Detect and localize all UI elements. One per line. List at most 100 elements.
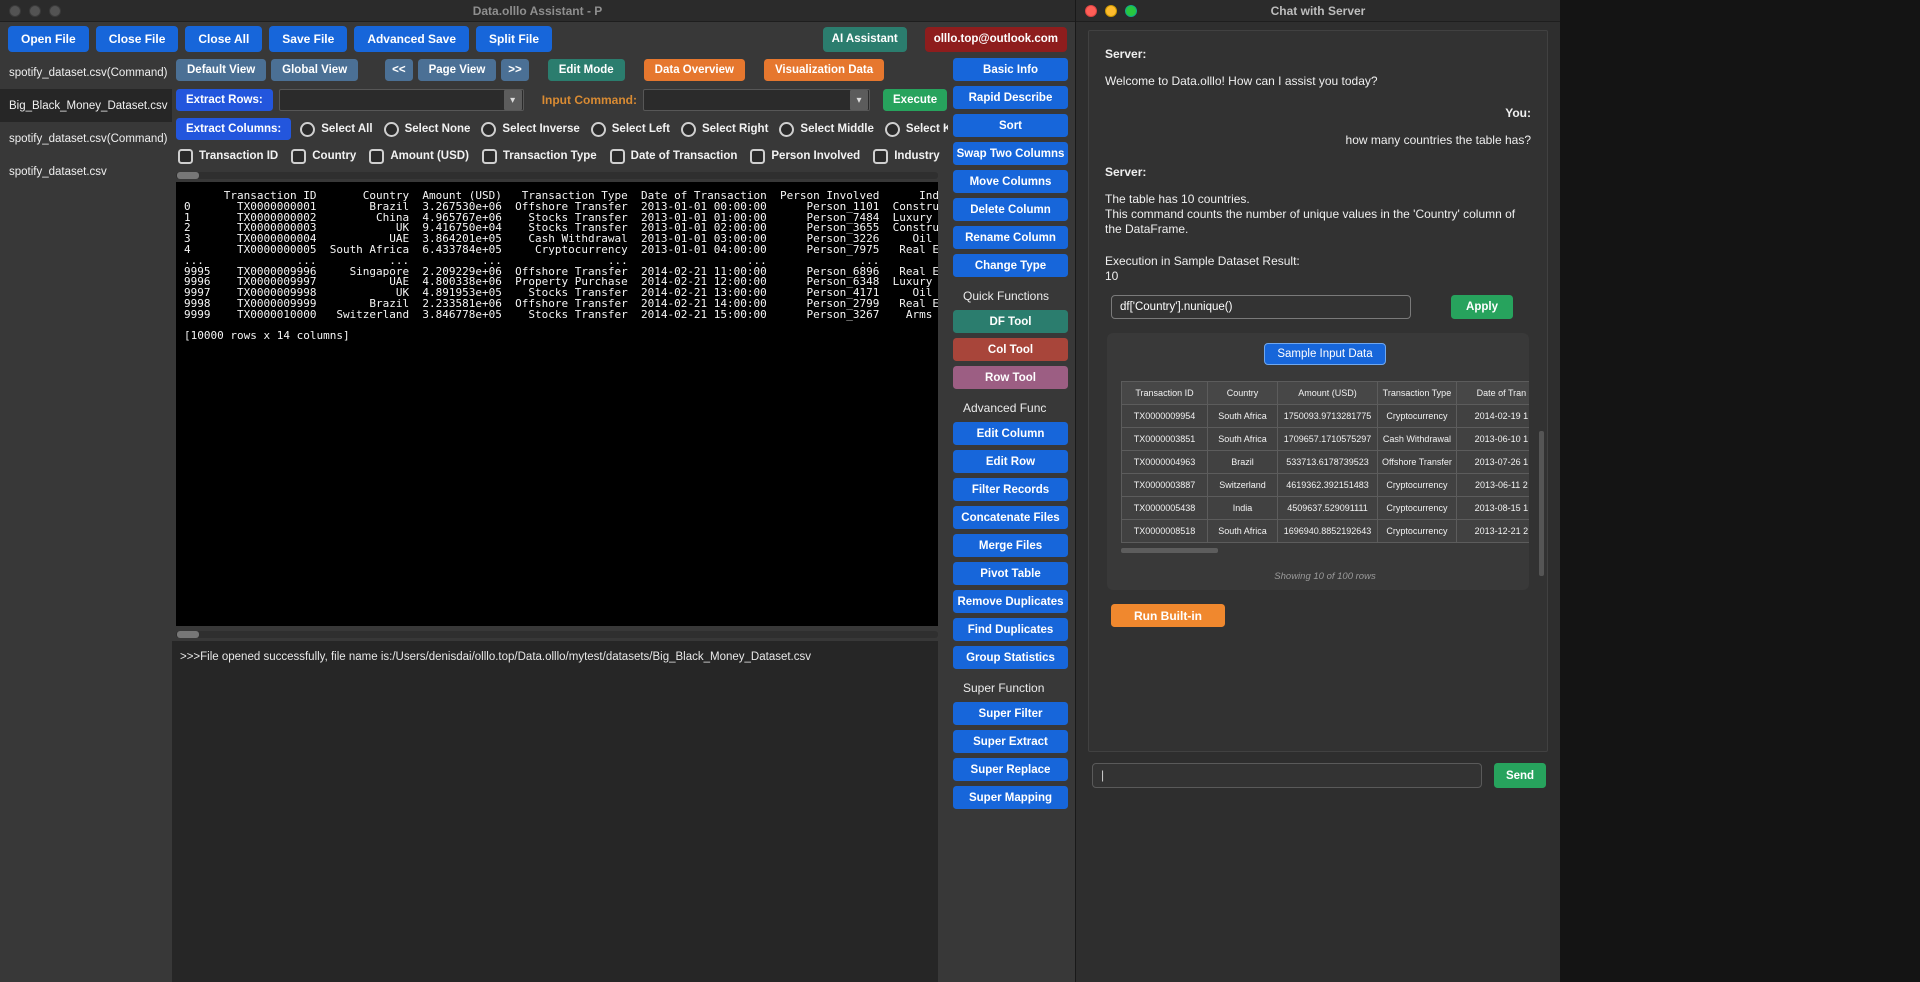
column-checkbox-transaction-type[interactable]: Transaction Type [482, 149, 597, 164]
radio-option-select-none[interactable]: Select None [384, 122, 471, 137]
df-tool-button[interactable]: DF Tool [953, 310, 1068, 333]
ai-assistant-button[interactable]: AI Assistant [823, 27, 907, 52]
sample-input-data-button[interactable]: Sample Input Data [1264, 343, 1385, 365]
dataframe-view[interactable]: Transaction ID Country Amount (USD) Tran… [176, 182, 938, 626]
apply-button[interactable]: Apply [1451, 295, 1513, 319]
file-list-item[interactable]: spotify_dataset.csv(Command) [0, 122, 172, 155]
sample-table-cell: Cryptocurrency [1378, 474, 1457, 497]
page-view-button[interactable]: Page View [418, 59, 497, 81]
delete-column-button[interactable]: Delete Column [953, 198, 1068, 221]
chat-scrollbar-thumb[interactable] [1539, 431, 1544, 576]
command-input[interactable]: df['Country'].nunique() [1111, 295, 1411, 319]
sample-table-cell: TX0000004963 [1122, 451, 1208, 474]
data-overview-button[interactable]: Data Overview [644, 59, 745, 81]
column-checkbox-amount-usd[interactable]: Amount (USD) [369, 149, 469, 164]
zoom-window-icon[interactable] [1125, 5, 1137, 17]
close-window-icon[interactable] [9, 5, 21, 17]
super-mapping-button[interactable]: Super Mapping [953, 786, 1068, 809]
radio-option-select-left[interactable]: Select Left [591, 122, 670, 137]
checkbox-label: Country [312, 150, 356, 162]
pivot-table-button[interactable]: Pivot Table [953, 562, 1068, 585]
table-bottom-scrollbar[interactable] [176, 631, 938, 638]
run-builtin-button[interactable]: Run Built-in [1111, 604, 1225, 627]
account-button[interactable]: olllo.top@outlook.com [925, 27, 1067, 52]
execute-button[interactable]: Execute [883, 89, 947, 111]
file-list: spotify_dataset.csv(Command)Big_Black_Mo… [0, 56, 172, 982]
row-tool-button[interactable]: Row Tool [953, 366, 1068, 389]
chat-input[interactable]: | [1092, 763, 1482, 788]
default-view-button[interactable]: Default View [176, 59, 266, 81]
send-button[interactable]: Send [1494, 763, 1546, 788]
close-window-icon[interactable] [1085, 5, 1097, 17]
table-top-scrollbar[interactable] [176, 172, 938, 179]
file-list-item[interactable]: spotify_dataset.csv(Command) [0, 56, 172, 89]
super-replace-button[interactable]: Super Replace [953, 758, 1068, 781]
sample-table-cell: 4619362.392151483 [1278, 474, 1378, 497]
find-duplicates-button[interactable]: Find Duplicates [953, 618, 1068, 641]
radio-option-select-key[interactable]: Select Key [885, 122, 948, 137]
sort-button[interactable]: Sort [953, 114, 1068, 137]
checkbox-label: Person Involved [771, 150, 860, 162]
extract-rows-bar: Extract Rows: ▾ Input Command: ▾ Execute [176, 88, 948, 112]
checkbox-label: Amount (USD) [390, 150, 469, 162]
concatenate-files-button[interactable]: Concatenate Files [953, 506, 1068, 529]
input-command-dropdown[interactable]: ▾ [643, 89, 870, 111]
section-label-super-function: Super Function [953, 681, 1068, 695]
super-filter-button[interactable]: Super Filter [953, 702, 1068, 725]
sample-table-header: Date of Tran [1456, 382, 1529, 405]
remove-duplicates-button[interactable]: Remove Duplicates [953, 590, 1068, 613]
rename-column-button[interactable]: Rename Column [953, 226, 1068, 249]
merge-files-button[interactable]: Merge Files [953, 534, 1068, 557]
edit-mode-button[interactable]: Edit Mode [548, 59, 625, 81]
sample-table-scrollbar[interactable] [1121, 548, 1218, 553]
zoom-window-icon[interactable] [49, 5, 61, 17]
file-list-item[interactable]: Big_Black_Money_Dataset.csv [0, 89, 172, 122]
move-columns-button[interactable]: Move Columns [953, 170, 1068, 193]
edit-row-button[interactable]: Edit Row [953, 450, 1068, 473]
scrollbar-thumb[interactable] [177, 172, 199, 179]
swap-two-columns-button[interactable]: Swap Two Columns [953, 142, 1068, 165]
checkbox-icon [482, 149, 497, 164]
checkbox-icon [750, 149, 765, 164]
column-checkbox-transaction-id[interactable]: Transaction ID [178, 149, 278, 164]
minimize-window-icon[interactable] [29, 5, 41, 17]
sample-table-cell: South Africa [1208, 405, 1278, 428]
group-statistics-button[interactable]: Group Statistics [953, 646, 1068, 669]
change-type-button[interactable]: Change Type [953, 254, 1068, 277]
radio-option-select-all[interactable]: Select All [300, 122, 372, 137]
column-checkbox-country[interactable]: Country [291, 149, 356, 164]
extract-columns-button[interactable]: Extract Columns: [176, 118, 291, 140]
advanced-save-button[interactable]: Advanced Save [354, 26, 469, 52]
column-checkbox-date-of-transaction[interactable]: Date of Transaction [610, 149, 738, 164]
radio-option-select-right[interactable]: Select Right [681, 122, 768, 137]
column-checkbox-person-involved[interactable]: Person Involved [750, 149, 860, 164]
chat-log[interactable]: Server:Welcome to Data.olllo! How can I … [1088, 30, 1548, 752]
rapid-describe-button[interactable]: Rapid Describe [953, 86, 1068, 109]
basic-info-button[interactable]: Basic Info [953, 58, 1068, 81]
page-back-button[interactable]: << [385, 59, 412, 81]
sample-table-cell: 4509637.529091111 [1278, 497, 1378, 520]
scrollbar-thumb[interactable] [177, 631, 199, 638]
file-list-item[interactable]: spotify_dataset.csv [0, 155, 172, 188]
close-file-button[interactable]: Close File [96, 26, 179, 52]
visualization-data-button[interactable]: Visualization Data [764, 59, 884, 81]
section-label-advanced-func: Advanced Func [953, 401, 1068, 415]
extract-rows-button[interactable]: Extract Rows: [176, 89, 273, 111]
sample-data-panel: Sample Input Data Transaction IDCountryA… [1107, 333, 1529, 590]
radio-option-label: Select All [321, 123, 372, 135]
radio-option-select-middle[interactable]: Select Middle [779, 122, 874, 137]
super-extract-button[interactable]: Super Extract [953, 730, 1068, 753]
open-file-button[interactable]: Open File [8, 26, 89, 52]
radio-option-select-inverse[interactable]: Select Inverse [481, 122, 579, 137]
minimize-window-icon[interactable] [1105, 5, 1117, 17]
column-checkbox-industry[interactable]: Industry [873, 149, 939, 164]
page-forward-button[interactable]: >> [501, 59, 528, 81]
filter-records-button[interactable]: Filter Records [953, 478, 1068, 501]
split-file-button[interactable]: Split File [476, 26, 552, 52]
col-tool-button[interactable]: Col Tool [953, 338, 1068, 361]
close-all-button[interactable]: Close All [185, 26, 262, 52]
global-view-button[interactable]: Global View [271, 59, 358, 81]
edit-column-button[interactable]: Edit Column [953, 422, 1068, 445]
extract-rows-dropdown[interactable]: ▾ [279, 89, 524, 111]
save-file-button[interactable]: Save File [269, 26, 347, 52]
